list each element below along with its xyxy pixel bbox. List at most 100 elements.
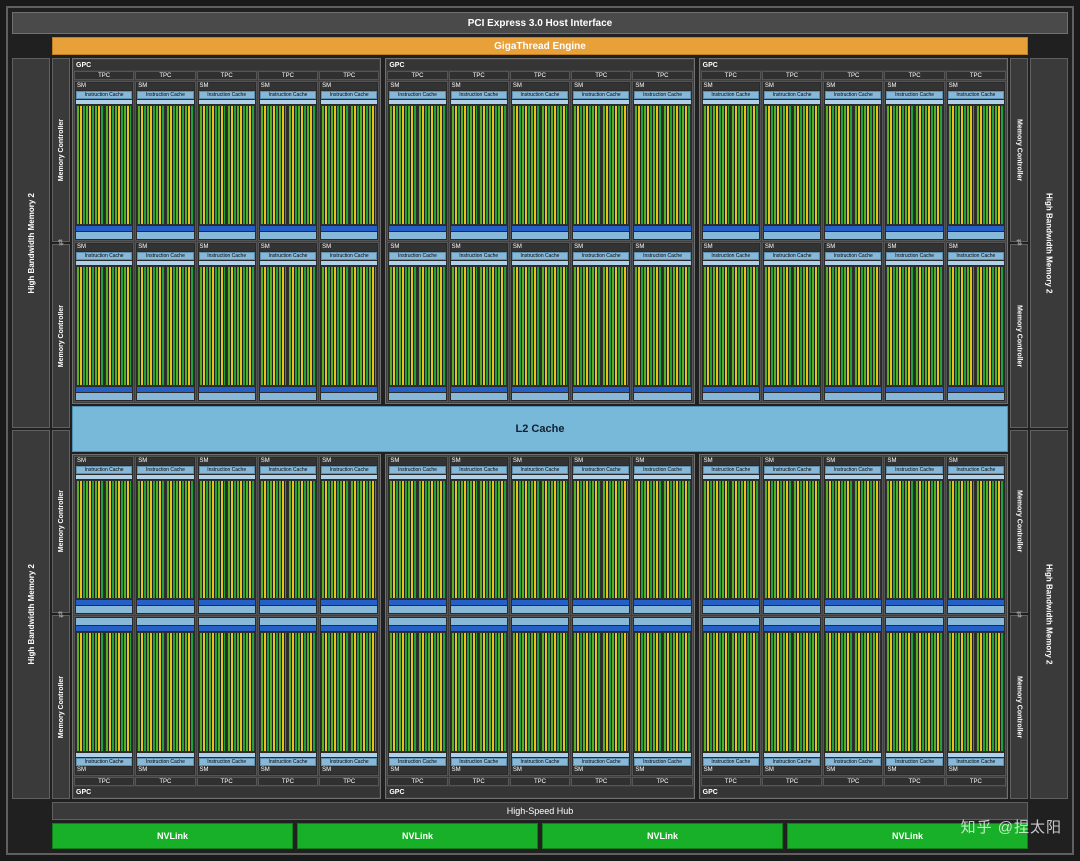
instruction-cache: Instruction Cache (321, 758, 377, 766)
cuda-core-array (703, 105, 759, 225)
cuda-core-array (703, 632, 759, 752)
memctrl-right-column: Memory Controller Memory Controller Memo… (1010, 58, 1028, 799)
gpc-label: GPC (387, 787, 692, 797)
dispatch-row (634, 261, 690, 265)
instruction-cache: Instruction Cache (886, 91, 942, 99)
sm-block: Instruction CacheSM (632, 616, 692, 776)
load-store-units (451, 226, 507, 231)
shared-memory (512, 606, 568, 613)
cuda-core-array (137, 480, 193, 600)
dispatch-row (573, 261, 629, 265)
cuda-core-array (573, 632, 629, 752)
dispatch-row (451, 475, 507, 479)
cuda-core-array (512, 480, 568, 600)
tpc-label: TPC (946, 71, 1006, 80)
core-partition (634, 266, 662, 386)
core-partition (663, 480, 691, 600)
bidir-arrow-icon: ⇄ (59, 611, 63, 618)
instruction-cache: Instruction Cache (321, 91, 377, 99)
sm-row: Instruction CacheSMInstruction CacheSMIn… (701, 616, 1006, 776)
sm-block: SMInstruction Cache (135, 81, 195, 241)
core-partition (451, 105, 479, 225)
sm-row: SMInstruction CacheSMInstruction CacheSM… (74, 242, 379, 402)
sm-block: Instruction CacheSM (197, 616, 257, 776)
bidir-arrow-icon: ⇄ (1017, 611, 1021, 618)
shared-memory (76, 618, 132, 625)
sm-label: SM (76, 767, 132, 774)
instruction-cache: Instruction Cache (886, 252, 942, 260)
core-partition (350, 480, 378, 600)
tpc-label: TPC (701, 777, 761, 786)
load-store-units (260, 226, 316, 231)
cuda-core-array (76, 480, 132, 600)
load-store-units (573, 600, 629, 605)
sm-label: SM (573, 83, 629, 90)
sm-label: SM (948, 458, 1004, 465)
load-store-units (634, 626, 690, 631)
core-partition (512, 632, 540, 752)
sm-block: SMInstruction Cache (571, 456, 631, 616)
instruction-cache: Instruction Cache (825, 466, 881, 474)
sm-row: SMInstruction CacheSMInstruction CacheSM… (701, 456, 1006, 616)
dispatch-row (137, 753, 193, 757)
shared-memory (948, 232, 1004, 239)
core-partition (350, 632, 378, 752)
shared-memory (634, 393, 690, 400)
tpc-label: TPC (449, 777, 509, 786)
sm-label: SM (634, 767, 690, 774)
sm-label: SM (703, 83, 759, 90)
instruction-cache: Instruction Cache (199, 252, 255, 260)
instruction-cache: Instruction Cache (260, 91, 316, 99)
cuda-core-array (948, 480, 1004, 600)
core-partition (793, 266, 821, 386)
load-store-units (321, 387, 377, 392)
core-partition (976, 480, 1004, 600)
tpc-label: TPC (946, 777, 1006, 786)
core-partition (389, 632, 417, 752)
core-partition (288, 632, 316, 752)
cuda-core-array (199, 266, 255, 386)
sm-label: SM (76, 83, 132, 90)
instruction-cache: Instruction Cache (573, 91, 629, 99)
sm-block: SMInstruction Cache (823, 81, 883, 241)
shared-memory (573, 232, 629, 239)
core-partition (137, 632, 165, 752)
sm-block: Instruction CacheSM (258, 616, 318, 776)
instruction-cache: Instruction Cache (634, 91, 690, 99)
sm-label: SM (389, 83, 445, 90)
dispatch-row (389, 100, 445, 104)
sm-block: Instruction CacheSM (387, 616, 447, 776)
shared-memory (764, 393, 820, 400)
shared-memory (260, 232, 316, 239)
sm-label: SM (260, 767, 316, 774)
shared-memory (573, 618, 629, 625)
core-partition (199, 480, 227, 600)
shared-memory (886, 232, 942, 239)
sm-grid: SMInstruction CacheSMInstruction CacheSM… (387, 456, 692, 777)
sm-block: SMInstruction Cache (701, 242, 761, 402)
core-partition (137, 266, 165, 386)
instruction-cache: Instruction Cache (573, 466, 629, 474)
instruction-cache: Instruction Cache (137, 252, 193, 260)
shared-memory (634, 618, 690, 625)
core-partition (389, 266, 417, 386)
core-partition (288, 105, 316, 225)
shared-memory (512, 232, 568, 239)
dispatch-row (703, 475, 759, 479)
tpc-label: TPC (387, 71, 447, 80)
dispatch-row (76, 753, 132, 757)
load-store-units (703, 626, 759, 631)
shared-memory (886, 393, 942, 400)
instruction-cache: Instruction Cache (764, 758, 820, 766)
instruction-cache: Instruction Cache (76, 252, 132, 260)
dispatch-row (137, 261, 193, 265)
dispatch-row (948, 753, 1004, 757)
sm-block: SMInstruction Cache (762, 242, 822, 402)
core-partition (260, 632, 288, 752)
tpc-label: TPC (510, 71, 570, 80)
core-partition (886, 105, 914, 225)
load-store-units (512, 226, 568, 231)
dispatch-row (199, 100, 255, 104)
dispatch-row (764, 100, 820, 104)
cuda-core-array (886, 632, 942, 752)
